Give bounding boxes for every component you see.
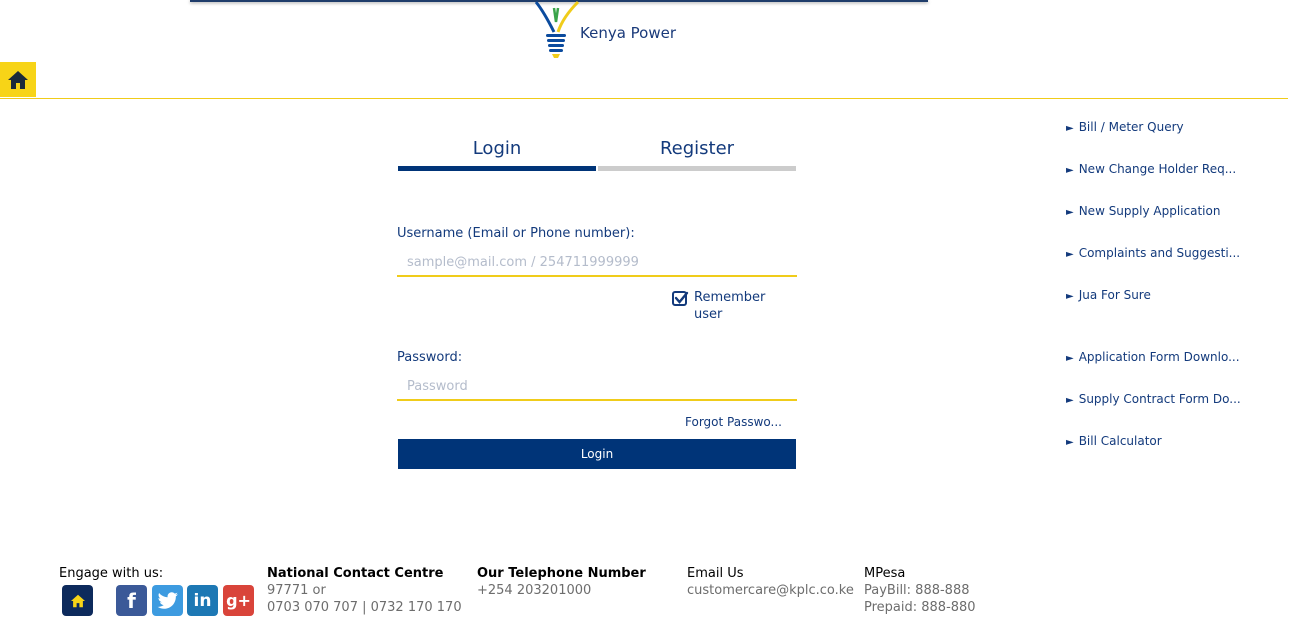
mpesa-title: MPesa	[864, 566, 906, 581]
login-button[interactable]: Login	[398, 439, 796, 469]
triangle-right-icon: ►	[1066, 437, 1074, 448]
footer-mpesa: MPesa PayBill: 888-888 Prepaid: 888-880	[864, 565, 976, 616]
remember-user-label: Remember user	[694, 290, 766, 322]
home-button[interactable]	[0, 62, 36, 97]
home-icon	[8, 70, 28, 89]
footer: Engage with us: f in g+ National Contact…	[0, 565, 1298, 630]
triangle-right-icon: ►	[1066, 207, 1074, 218]
side-link-label: Jua For Sure	[1078, 288, 1151, 302]
side-link-supply-contract[interactable]: ► Supply Contract Form Do...	[1066, 392, 1241, 406]
linkedin-icon: in	[193, 590, 212, 611]
footer-contact-centre: National Contact Centre 97771 or 0703 07…	[267, 565, 462, 616]
password-input[interactable]	[397, 373, 797, 401]
side-link-bill-meter-query[interactable]: ► Bill / Meter Query	[1066, 120, 1184, 134]
facebook-icon: f	[127, 588, 136, 613]
tab-login[interactable]: Login	[398, 136, 596, 171]
telephone-number: +254 203201000	[477, 583, 592, 598]
tab-login-label: Login	[472, 138, 522, 159]
side-link-label: New Supply Application	[1078, 204, 1221, 218]
username-input[interactable]	[397, 249, 797, 277]
auth-tabs: Login Register	[398, 136, 796, 172]
facebook-link[interactable]: f	[116, 585, 147, 616]
tab-register-indicator	[598, 166, 796, 171]
checkbox-checked-icon	[672, 291, 689, 306]
twitter-link[interactable]	[152, 585, 183, 616]
footer-email: Email Us customercare@kplc.co.ke	[687, 565, 854, 599]
triangle-right-icon: ►	[1066, 291, 1074, 302]
bulb-logo-icon	[534, 0, 580, 58]
tab-register[interactable]: Register	[598, 136, 796, 171]
brand-name: Kenya Power	[580, 24, 677, 42]
twitter-icon	[157, 591, 178, 609]
footer-telephone: Our Telephone Number +254 203201000	[477, 565, 646, 599]
kenya-power-logo[interactable]: Kenya Power	[532, 0, 682, 62]
side-link-label: Application Form Downlo...	[1078, 350, 1240, 364]
side-link-change-holder[interactable]: ► New Change Holder Req...	[1066, 162, 1236, 176]
mpesa-paybill: PayBill: 888-888	[864, 583, 970, 598]
side-link-label: Bill Calculator	[1078, 434, 1162, 448]
contact-centre-line2: 0703 070 707 | 0732 170 170	[267, 600, 462, 615]
google-plus-link[interactable]: g+	[223, 585, 254, 616]
telephone-title: Our Telephone Number	[477, 566, 646, 581]
side-link-label: Supply Contract Form Do...	[1078, 392, 1241, 406]
footer-engage: Engage with us:	[59, 565, 163, 582]
mpesa-prepaid: Prepaid: 888-880	[864, 600, 976, 615]
username-label: Username (Email or Phone number):	[397, 226, 635, 241]
footer-home-link[interactable]	[62, 585, 93, 616]
contact-centre-line1: 97771 or	[267, 583, 326, 598]
email-title: Email Us	[687, 566, 744, 581]
engage-label: Engage with us:	[59, 566, 164, 581]
tab-login-indicator	[398, 166, 596, 171]
triangle-right-icon: ►	[1066, 395, 1074, 406]
contact-centre-title: National Contact Centre	[267, 566, 444, 581]
triangle-right-icon: ►	[1066, 165, 1074, 176]
side-link-label: New Change Holder Req...	[1078, 162, 1237, 176]
side-link-new-supply[interactable]: ► New Supply Application	[1066, 204, 1220, 218]
side-link-application-form[interactable]: ► Application Form Downlo...	[1066, 350, 1240, 364]
google-plus-icon: g+	[226, 591, 251, 610]
remember-user-checkbox[interactable]: Remember user	[672, 289, 774, 323]
side-link-complaints[interactable]: ► Complaints and Suggesti...	[1066, 246, 1240, 260]
email-address[interactable]: customercare@kplc.co.ke	[687, 582, 854, 599]
triangle-right-icon: ►	[1066, 123, 1074, 134]
side-link-bill-calculator[interactable]: ► Bill Calculator	[1066, 434, 1162, 448]
linkedin-link[interactable]: in	[187, 585, 218, 616]
password-label: Password:	[397, 350, 463, 365]
side-link-label: Complaints and Suggesti...	[1078, 246, 1241, 260]
triangle-right-icon: ►	[1066, 353, 1074, 364]
forgot-password-link[interactable]: Forgot Passwo...	[685, 415, 782, 429]
triangle-right-icon: ►	[1066, 249, 1074, 260]
side-link-label: Bill / Meter Query	[1078, 120, 1184, 134]
side-link-jua-for-sure[interactable]: ► Jua For Sure	[1066, 288, 1151, 302]
header-divider	[0, 98, 1288, 99]
home-icon	[70, 594, 85, 607]
tab-register-label: Register	[659, 138, 735, 159]
